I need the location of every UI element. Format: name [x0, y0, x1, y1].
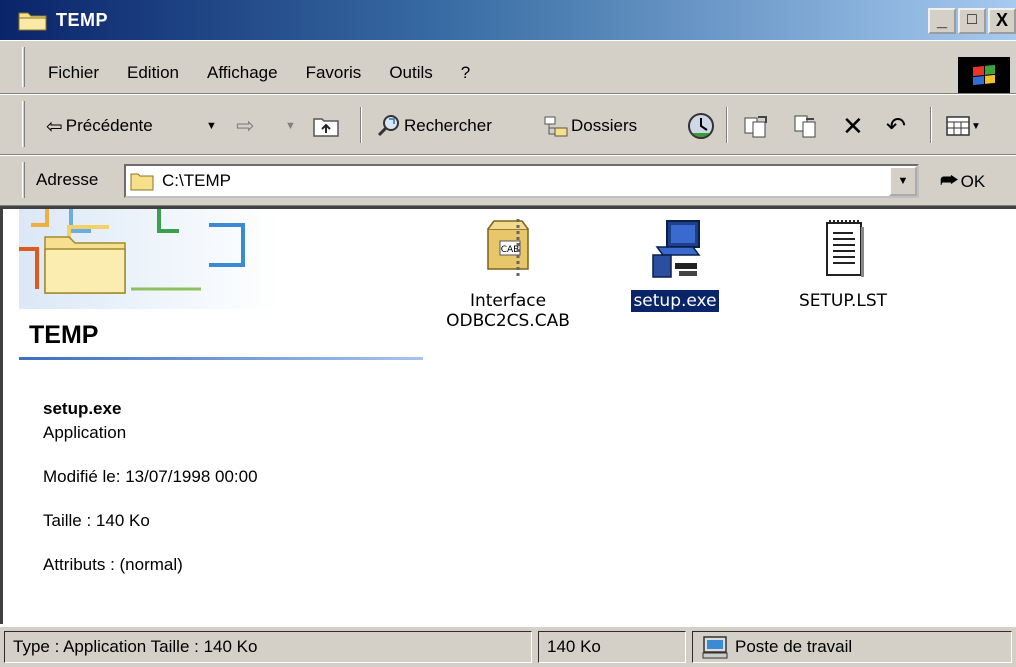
file-attributes: Attributs : (normal)	[43, 555, 183, 574]
toolbar-grip[interactable]	[22, 101, 25, 147]
go-button[interactable]: ⮫ OK	[940, 170, 985, 193]
menu-help[interactable]: ?	[461, 63, 470, 83]
folder-banner-graphic-icon	[19, 209, 279, 309]
status-bar: Type : Application Taille : 140 Ko 140 K…	[0, 627, 1016, 667]
toolbar: ⇦ Précédente ▼ ⇨ ▼ Rechercher Dossiers ✕…	[0, 95, 1016, 155]
window-title: TEMP	[56, 9, 109, 30]
move-to-icon	[744, 116, 767, 138]
menu-favoris[interactable]: Favoris	[306, 63, 362, 83]
views-dropdown-icon: ▼	[971, 120, 981, 132]
folder-view[interactable]: TEMP setup.exe Application Modifié le: 1…	[0, 206, 1016, 624]
text-document-icon	[813, 217, 873, 281]
setup-program-icon	[645, 217, 705, 281]
copy-to-icon	[794, 115, 816, 138]
menu-outils[interactable]: Outils	[389, 63, 432, 83]
minimize-button[interactable]: _	[928, 8, 956, 34]
address-value: C:\TEMP	[162, 171, 231, 190]
status-type-info: Type : Application Taille : 140 Ko	[4, 631, 532, 663]
go-arrow-icon: ⮫	[940, 170, 959, 192]
status-zone: Poste de travail	[692, 631, 1012, 663]
cab-archive-icon: CAB	[478, 217, 538, 281]
close-button[interactable]: X	[988, 8, 1016, 34]
forward-dropdown-icon[interactable]: ▼	[285, 111, 296, 141]
selected-file-type: Application	[43, 423, 127, 442]
folder-icon	[130, 173, 154, 191]
file-label: SETUP.LST	[798, 291, 887, 311]
folders-icon	[544, 116, 568, 137]
address-input[interactable]: C:\TEMP ▼	[124, 164, 919, 198]
search-label: Rechercher	[404, 116, 492, 135]
search-button[interactable]: Rechercher	[376, 111, 492, 141]
search-icon	[377, 115, 399, 137]
move-to-button[interactable]	[742, 111, 770, 141]
menu-fichier[interactable]: Fichier	[48, 63, 99, 83]
address-bar: Adresse C:\TEMP ▼ ⮫ OK	[0, 156, 1016, 206]
up-folder-button[interactable]	[312, 111, 340, 141]
undo-icon[interactable]: ↶	[886, 111, 906, 141]
windows-logo-icon	[958, 57, 1010, 93]
address-label: Adresse	[36, 170, 99, 189]
menu-bar: Fichier Edition Affichage Favoris Outils…	[0, 40, 1016, 94]
file-label: ODBC2CS.CAB	[446, 311, 570, 331]
address-grip[interactable]	[22, 162, 25, 198]
folder-title: TEMP	[29, 321, 99, 349]
copy-to-button[interactable]	[792, 111, 820, 141]
modified-date: Modifié le: 13/07/1998 00:00	[43, 467, 258, 486]
address-dropdown-icon[interactable]: ▼	[889, 166, 917, 196]
file-item-interface-cab[interactable]: CAB Interface ODBC2CS.CAB	[423, 217, 593, 331]
maximize-button[interactable]: □	[958, 8, 986, 34]
forward-arrow-icon[interactable]: ⇨	[236, 111, 254, 141]
back-dropdown-icon[interactable]: ▼	[206, 111, 217, 141]
views-icon	[946, 116, 970, 136]
status-size: 140 Ko	[538, 631, 686, 663]
selected-file-name: setup.exe	[43, 399, 122, 418]
details-pane: setup.exe Application Modifié le: 13/07/…	[43, 397, 258, 577]
history-icon	[688, 113, 714, 139]
file-item-setup-exe[interactable]: setup.exe	[590, 217, 760, 313]
views-button[interactable]: ▼	[946, 111, 981, 141]
up-folder-icon	[313, 118, 339, 137]
back-button[interactable]: ⇦ Précédente	[46, 111, 153, 141]
delete-icon[interactable]: ✕	[842, 111, 864, 141]
folders-label: Dossiers	[571, 116, 638, 135]
file-item-setup-lst[interactable]: SETUP.LST	[758, 217, 928, 311]
file-label: setup.exe	[630, 289, 720, 313]
menu-affichage[interactable]: Affichage	[207, 63, 278, 83]
menu-edition[interactable]: Edition	[127, 63, 179, 83]
folder-icon	[18, 9, 48, 31]
file-size: Taille : 140 Ko	[43, 511, 150, 530]
menu-grip[interactable]	[22, 47, 25, 87]
folders-button[interactable]: Dossiers	[543, 111, 637, 141]
banner-divider	[19, 357, 423, 360]
go-label: OK	[960, 171, 986, 191]
my-computer-icon	[702, 636, 728, 659]
back-arrow-icon: ⇦	[46, 115, 63, 138]
back-label: Précédente	[65, 116, 153, 135]
history-button[interactable]	[686, 111, 716, 141]
status-zone-label: Poste de travail	[735, 637, 853, 656]
file-label: Interface	[469, 291, 547, 311]
title-bar[interactable]: TEMP _ □ X	[0, 0, 1016, 40]
